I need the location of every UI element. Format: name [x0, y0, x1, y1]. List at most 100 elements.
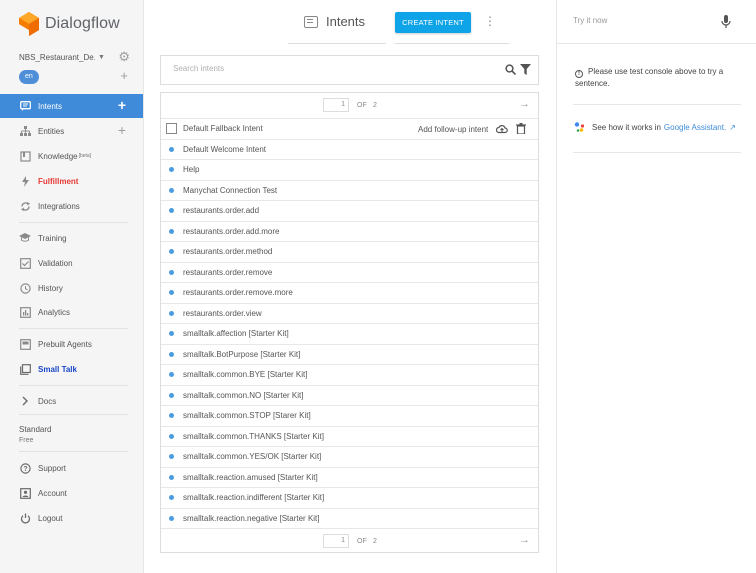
- more-vert-icon[interactable]: ⋮: [484, 15, 496, 27]
- intent-row[interactable]: smalltalk.reaction.amused [Starter Kit]: [161, 466, 538, 488]
- pagination-top: 1 OF 2 →: [161, 93, 538, 117]
- sidebar-item-prebuilt-agents[interactable]: Prebuilt Agents: [0, 332, 143, 356]
- select-checkbox[interactable]: [166, 123, 177, 135]
- intent-dot: [169, 331, 174, 337]
- external-link-icon[interactable]: ↗: [729, 123, 736, 132]
- intent-row[interactable]: smalltalk.BotPurpose [Starter Kit]: [161, 343, 538, 365]
- search-icon[interactable]: [505, 64, 516, 75]
- intent-row[interactable]: Manychat Connection Test: [161, 179, 538, 201]
- intent-name[interactable]: restaurants.order.method: [183, 247, 272, 256]
- console-info: ! Please use test console above to try a …: [575, 66, 745, 89]
- intent-name[interactable]: Default Welcome Intent: [183, 145, 266, 154]
- sidebar-item-entities[interactable]: Entities +: [0, 119, 143, 143]
- sidebar-item-label: Analytics: [38, 307, 71, 317]
- intent-name[interactable]: Default Fallback Intent: [183, 124, 263, 133]
- sidebar-item-support[interactable]: ? Support: [0, 456, 143, 480]
- cloud-upload-icon[interactable]: [496, 123, 508, 135]
- intent-row[interactable]: smalltalk.common.THANKS [Starter Kit]: [161, 425, 538, 447]
- sidebar-item-account[interactable]: Account: [0, 481, 143, 505]
- sidebar-item-label: Integrations: [38, 201, 80, 211]
- filter-icon[interactable]: [520, 64, 531, 75]
- logo[interactable]: Dialogflow: [19, 11, 120, 37]
- sidebar-item-validation[interactable]: Validation: [0, 251, 143, 275]
- intent-row[interactable]: smalltalk.common.BYE [Starter Kit]: [161, 364, 538, 385]
- gear-icon[interactable]: ⚙: [118, 49, 130, 65]
- intent-name[interactable]: smalltalk.reaction.indifferent [Starter …: [183, 493, 324, 502]
- page-number-input[interactable]: 1: [323, 534, 349, 548]
- intent-name[interactable]: Manychat Connection Test: [183, 186, 277, 195]
- google-assistant-row: See how it works in Google Assistant. ↗: [574, 121, 736, 133]
- trash-icon[interactable]: [516, 123, 526, 134]
- intent-name[interactable]: smalltalk.reaction.negative [Starter Kit…: [183, 514, 320, 523]
- add-language-icon[interactable]: +: [120, 68, 128, 83]
- search-input[interactable]: [173, 64, 473, 73]
- try-it-input[interactable]: [573, 16, 713, 25]
- sidebar-divider: [19, 328, 128, 329]
- sidebar-item-training[interactable]: Training: [0, 226, 143, 250]
- intent-name[interactable]: smalltalk.common.STOP [Starer Kit]: [183, 411, 311, 420]
- intent-name[interactable]: smalltalk.common.YES/OK [Starter Kit]: [183, 452, 321, 461]
- add-entity-icon[interactable]: +: [118, 122, 126, 138]
- create-intent-button[interactable]: CREATE INTENT: [395, 12, 471, 33]
- intent-name[interactable]: restaurants.order.add.more: [183, 227, 280, 236]
- plan-tier: Free: [19, 437, 34, 444]
- intent-row[interactable]: smalltalk.common.NO [Starter Kit]: [161, 384, 538, 406]
- intent-name[interactable]: smalltalk.common.NO [Starter Kit]: [183, 391, 303, 400]
- page-title-text: Intents: [326, 14, 366, 29]
- beta-badge: [beta]: [78, 153, 92, 159]
- intent-row[interactable]: restaurants.order.remove: [161, 261, 538, 283]
- intent-row[interactable]: Help: [161, 159, 538, 180]
- intent-row[interactable]: smalltalk.affection [Starter Kit]: [161, 323, 538, 344]
- sidebar-item-intents[interactable]: Intents +: [0, 94, 143, 118]
- language-pill[interactable]: en: [19, 70, 39, 84]
- add-followup-link[interactable]: Add follow-up intent: [418, 125, 488, 134]
- power-icon: [19, 512, 31, 524]
- sidebar-divider: [19, 222, 128, 223]
- checkbox-icon: [19, 257, 31, 269]
- intent-row[interactable]: restaurants.order.view: [161, 302, 538, 324]
- intent-dot: [169, 372, 174, 378]
- sidebar-item-analytics[interactable]: Analytics: [0, 300, 143, 324]
- intent-row[interactable]: smalltalk.reaction.indifferent [Starter …: [161, 487, 538, 508]
- hierarchy-icon: [19, 125, 31, 137]
- intent-row[interactable]: restaurants.order.method: [161, 241, 538, 262]
- intent-name[interactable]: smalltalk.affection [Starter Kit]: [183, 329, 289, 338]
- sidebar-item-docs[interactable]: Docs: [0, 389, 143, 413]
- arrow-right-icon[interactable]: →: [519, 534, 530, 546]
- intent-row[interactable]: Default Welcome Intent: [161, 138, 538, 160]
- intent-name[interactable]: restaurants.order.view: [183, 309, 262, 318]
- intent-row[interactable]: smalltalk.common.STOP [Starer Kit]: [161, 405, 538, 426]
- google-assistant-link[interactable]: Google Assistant.: [664, 123, 726, 132]
- intent-dot: [169, 228, 174, 234]
- sidebar-item-label: History: [38, 283, 63, 293]
- agent-selector[interactable]: NBS_Restaurant_De... ▼ ⚙: [19, 49, 131, 65]
- page-number-input[interactable]: 1: [323, 98, 349, 112]
- info-icon: !: [575, 70, 583, 78]
- intent-row[interactable]: smalltalk.common.YES/OK [Starter Kit]: [161, 446, 538, 467]
- mic-icon[interactable]: [721, 15, 731, 29]
- add-intent-icon[interactable]: +: [118, 97, 126, 113]
- intent-name[interactable]: restaurants.order.add: [183, 206, 259, 215]
- clock-icon: [19, 282, 31, 294]
- sidebar-item-integrations[interactable]: Integrations: [0, 194, 143, 218]
- intent-row[interactable]: restaurants.order.add.more: [161, 220, 538, 242]
- intent-row[interactable]: restaurants.order.remove.more: [161, 282, 538, 303]
- sidebar-item-small-talk[interactable]: Small Talk: [0, 357, 143, 381]
- intent-name[interactable]: smalltalk.reaction.amused [Starter Kit]: [183, 473, 318, 482]
- intent-name[interactable]: Help: [183, 165, 199, 174]
- sidebar-item-fulfillment[interactable]: Fulfillment: [0, 169, 143, 193]
- sidebar-item-knowledge[interactable]: Knowledge [beta]: [0, 144, 143, 168]
- intent-dot: [169, 351, 174, 357]
- sidebar-item-history[interactable]: History: [0, 276, 143, 300]
- intent-row[interactable]: smalltalk.reaction.negative [Starter Kit…: [161, 507, 538, 529]
- sidebar-item-logout[interactable]: Logout: [0, 506, 143, 530]
- intent-name[interactable]: smalltalk.common.THANKS [Starter Kit]: [183, 432, 324, 441]
- intent-row-fallback[interactable]: Default Fallback Intent Add follow-up in…: [161, 118, 538, 139]
- intent-row[interactable]: restaurants.order.add: [161, 200, 538, 221]
- intent-dot: [169, 495, 174, 501]
- intent-name[interactable]: smalltalk.common.BYE [Starter Kit]: [183, 370, 307, 379]
- intent-name[interactable]: smalltalk.BotPurpose [Starter Kit]: [183, 350, 300, 359]
- intent-name[interactable]: restaurants.order.remove: [183, 268, 272, 277]
- arrow-right-icon[interactable]: →: [519, 98, 530, 110]
- intent-name[interactable]: restaurants.order.remove.more: [183, 288, 293, 297]
